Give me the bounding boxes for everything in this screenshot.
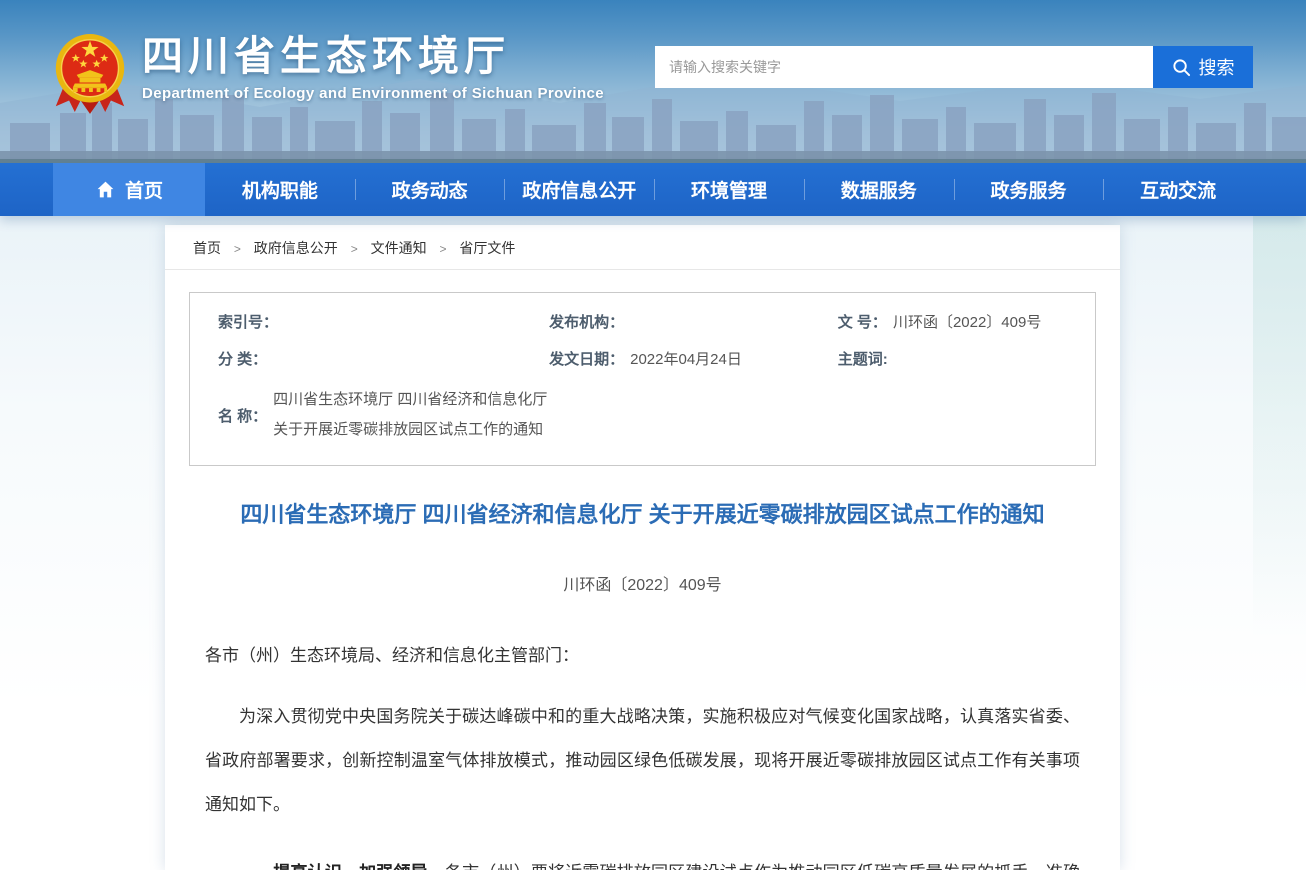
article-salutation: 各市（州）生态环境局、经济和信息化主管部门： [205, 641, 1080, 671]
meta-issuing-agency: 发布机构： [549, 311, 838, 332]
page-background: 首页 > 政府信息公开 > 文件通知 > 省厅文件 索引号： 发布机构： 文 号… [0, 216, 1306, 870]
nav-item-agency-functions[interactable]: 机构职能 [205, 163, 355, 216]
meta-document-name: 名 称： 四川省生态环境厅 四川省经济和信息化厅 关于开展近零碳排放园区试点工作… [218, 385, 549, 445]
page-title: 四川省生态环境厅 四川省经济和信息化厅 关于开展近零碳排放园区试点工作的通知 [205, 498, 1080, 531]
main-nav: 首页 机构职能 政务动态 政府信息公开 环境管理 数据服务 政务服务 互动交流 [0, 163, 1306, 216]
meta-index-number: 索引号： [218, 311, 549, 332]
breadcrumb-separator: > [234, 242, 241, 256]
meta-doc-number: 文 号： 川环函〔2022〕409号 [838, 311, 1067, 332]
nav-item-label: 数据服务 [841, 176, 917, 203]
document-meta-box: 索引号： 发布机构： 文 号： 川环函〔2022〕409号 分 类： 发文日期： [189, 292, 1096, 466]
search-icon [1172, 58, 1191, 77]
nav-item-gov-services[interactable]: 政务服务 [954, 163, 1104, 216]
content-card: 首页 > 政府信息公开 > 文件通知 > 省厅文件 索引号： 发布机构： 文 号… [165, 225, 1120, 870]
search-button[interactable]: 搜索 [1153, 46, 1253, 88]
site-subtitle: Department of Ecology and Environment of… [142, 85, 604, 102]
nav-item-label: 政务服务 [990, 176, 1066, 203]
nav-item-interaction[interactable]: 互动交流 [1103, 163, 1253, 216]
nav-item-home[interactable]: 首页 [53, 163, 205, 216]
nav-item-label: 互动交流 [1140, 176, 1216, 203]
site-title: 四川省生态环境厅 [142, 30, 604, 83]
site-banner: 四川省生态环境厅 Department of Ecology and Envir… [0, 0, 1306, 163]
meta-issue-date: 发文日期： 2022年04月24日 [549, 348, 838, 369]
article-paragraph-1: 为深入贯彻党中央国务院关于碳达峰碳中和的重大战略决策，实施积极应对气候变化国家战… [205, 695, 1080, 827]
breadcrumb-home[interactable]: 首页 [193, 240, 221, 256]
nav-item-gov-news[interactable]: 政务动态 [355, 163, 505, 216]
nav-item-label: 机构职能 [242, 176, 318, 203]
breadcrumb-separator: > [351, 242, 358, 256]
breadcrumb-file-notices[interactable]: 文件通知 [371, 240, 427, 256]
nav-item-label: 政府信息公开 [522, 176, 636, 203]
national-emblem-icon [52, 30, 128, 116]
breadcrumb: 首页 > 政府信息公开 > 文件通知 > 省厅文件 [165, 225, 1120, 270]
nav-item-env-management[interactable]: 环境管理 [654, 163, 804, 216]
search-bar: 搜索 [655, 46, 1253, 88]
document-number: 川环函〔2022〕409号 [205, 571, 1080, 595]
site-logo: 四川省生态环境厅 Department of Ecology and Envir… [52, 30, 604, 116]
nav-item-label: 环境管理 [691, 176, 767, 203]
nav-item-data-services[interactable]: 数据服务 [804, 163, 954, 216]
breadcrumb-provincial-files[interactable]: 省厅文件 [459, 240, 515, 256]
meta-keywords: 主题词: [838, 348, 1067, 369]
nav-home-label: 首页 [125, 176, 163, 203]
meta-category: 分 类： [218, 348, 549, 369]
article-body: 四川省生态环境厅 四川省经济和信息化厅 关于开展近零碳排放园区试点工作的通知 川… [165, 498, 1120, 870]
search-button-label: 搜索 [1199, 54, 1235, 80]
article-paragraph-2: 一、提高认识，加强领导。各市（州）要将近零碳排放园区建设试点作为推动园区低碳高质… [205, 851, 1080, 870]
breadcrumb-separator: > [439, 242, 446, 256]
nav-item-gov-info-disclosure[interactable]: 政府信息公开 [504, 163, 654, 216]
home-icon [95, 179, 116, 200]
breadcrumb-gov-info[interactable]: 政府信息公开 [254, 240, 338, 256]
search-input[interactable] [655, 46, 1153, 88]
article-paragraph-2-heading: 一、提高认识，加强领导。 [239, 863, 445, 870]
nav-item-label: 政务动态 [392, 176, 468, 203]
